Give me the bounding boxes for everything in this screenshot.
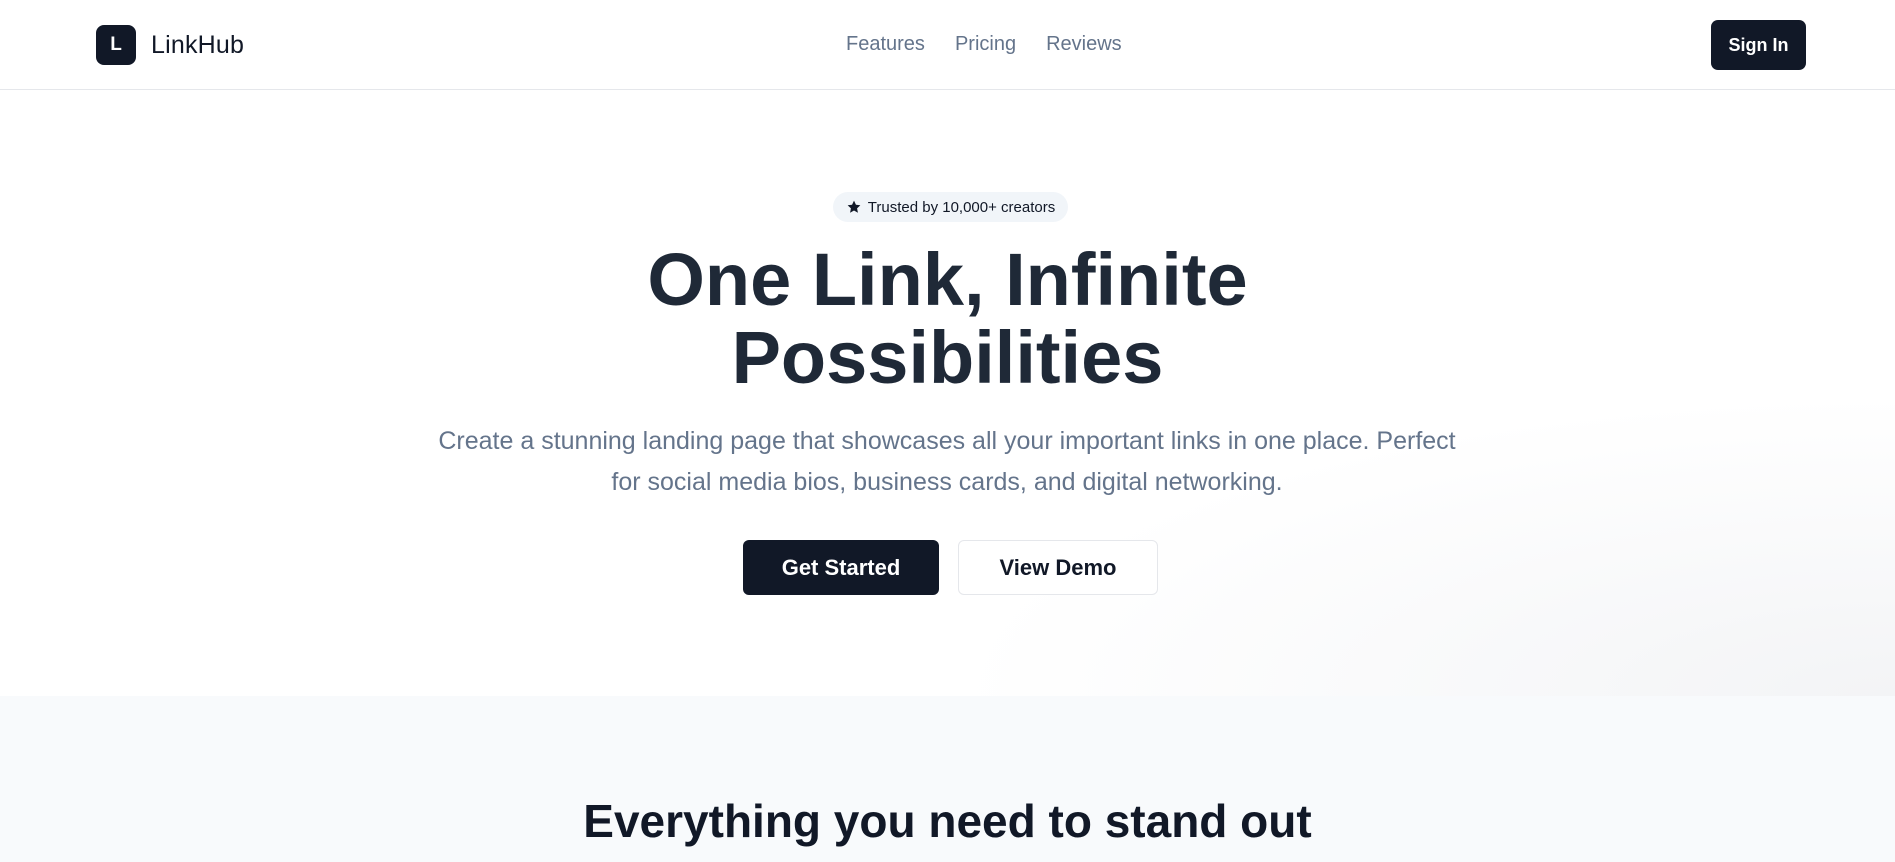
hero-section: Trusted by 10,000+ creators One Link, In…: [0, 91, 1895, 696]
hero-subtitle: Create a stunning landing page that show…: [438, 427, 1456, 496]
hero-title: One Link, Infinite Possibilities: [0, 241, 1895, 397]
hero-title-line-1: One Link, Infinite: [647, 238, 1248, 321]
logo-icon: L: [96, 25, 136, 65]
get-started-button[interactable]: Get Started: [743, 540, 939, 595]
trusted-badge: Trusted by 10,000+ creators: [833, 192, 1068, 222]
star-icon: [847, 200, 861, 213]
brand-logo-link[interactable]: L LinkHub: [96, 25, 244, 65]
main-nav: Features Pricing Reviews: [846, 33, 1122, 56]
site-header: L LinkHub Features Pricing Reviews Sign …: [0, 0, 1895, 90]
features-section: Everything you need to stand out: [0, 696, 1895, 862]
nav-link-features[interactable]: Features: [846, 33, 925, 56]
view-demo-button[interactable]: View Demo: [958, 540, 1158, 595]
features-heading: Everything you need to stand out: [583, 795, 1312, 847]
hero-title-line-2: Possibilities: [731, 316, 1164, 399]
badge-text: Trusted by 10,000+ creators: [867, 198, 1056, 216]
nav-link-reviews[interactable]: Reviews: [1046, 33, 1122, 56]
brand-name: LinkHub: [151, 30, 245, 59]
nav-link-pricing[interactable]: Pricing: [955, 33, 1016, 56]
sign-in-button[interactable]: Sign In: [1711, 20, 1806, 70]
